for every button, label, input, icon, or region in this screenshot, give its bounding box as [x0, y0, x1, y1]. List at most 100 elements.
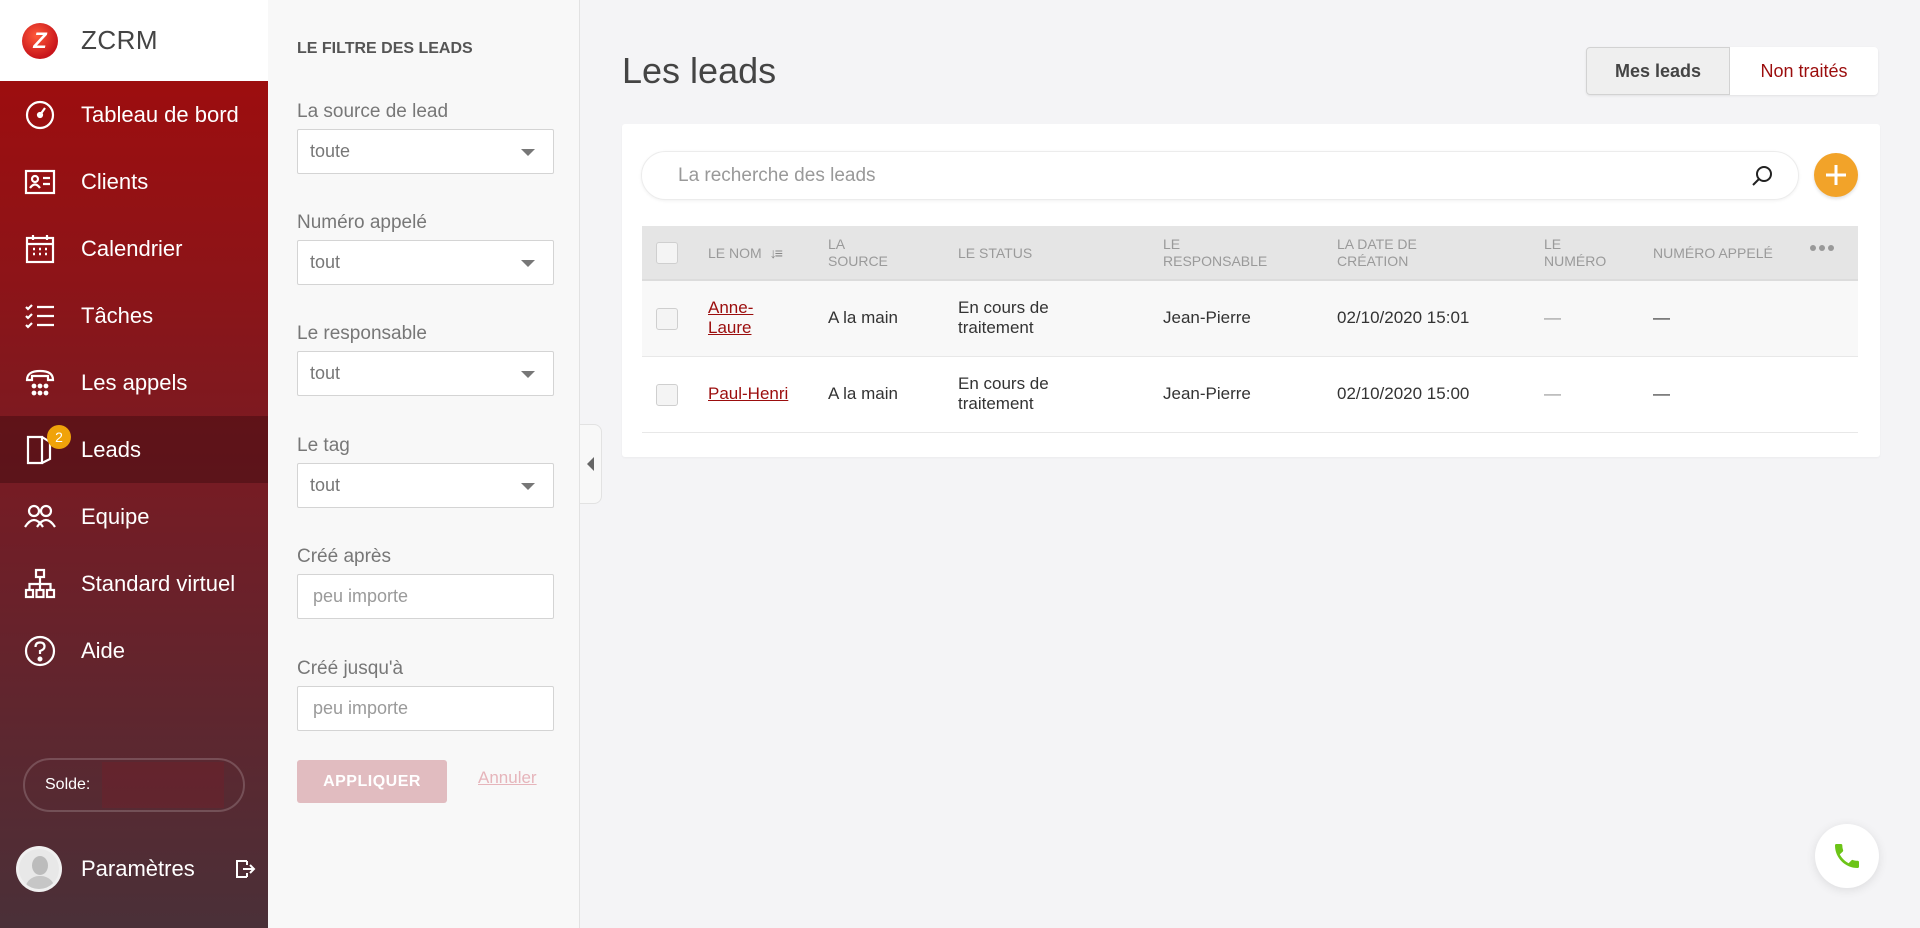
apply-button[interactable]: APPLIQUER [297, 760, 447, 803]
settings-row: Paramètres [16, 845, 256, 893]
collapse-filter-toggle[interactable] [580, 424, 602, 504]
phone-dialpad-icon [22, 365, 58, 401]
calendar-icon [22, 231, 58, 267]
more-options-icon[interactable] [1810, 245, 1834, 251]
balance-value [102, 762, 225, 808]
chevron-down-icon [521, 483, 535, 490]
lead-number: — [1544, 308, 1561, 327]
column-header-label: LE NOM [708, 245, 762, 261]
avatar[interactable] [16, 846, 62, 892]
lead-status: En cours de traitement [958, 298, 1049, 337]
lead-source: A la main [828, 308, 898, 327]
sidebar-nav: Tableau de bord Clients Calendrier Tâche… [0, 81, 268, 684]
lead-source-select[interactable]: toute [297, 129, 554, 174]
column-header-called-number[interactable]: NUMÉRO APPELÉ [1653, 245, 1773, 262]
call-button[interactable] [1815, 824, 1879, 888]
sidebar-item-label: Les appels [81, 369, 188, 395]
lead-called-number: — [1653, 308, 1670, 327]
lead-status: En cours de traitement [958, 374, 1049, 413]
my-leads-button[interactable]: Mes leads [1586, 47, 1730, 95]
dashboard-icon [22, 97, 58, 133]
lead-source-value: toute [310, 141, 351, 161]
search-icon[interactable] [1750, 164, 1774, 188]
owner-label: Le responsable [297, 323, 427, 344]
sidebar-item-calls[interactable]: Les appels [0, 349, 268, 416]
leads-view-toggle: Mes leads Non traités [1586, 47, 1878, 95]
row-checkbox[interactable] [656, 384, 678, 406]
sidebar-item-tasks[interactable]: Tâches [0, 282, 268, 349]
logout-icon[interactable] [234, 858, 256, 880]
lead-name-link[interactable]: Anne-Laure [708, 298, 768, 338]
sidebar-item-label: Tâches [81, 302, 154, 328]
called-number-value: tout [310, 252, 341, 272]
sidebar-item-clients[interactable]: Clients [0, 148, 268, 215]
lead-owner: Jean-Pierre [1163, 308, 1251, 327]
sidebar: Z ZCRM Tableau de bord Clients Calendrie… [0, 0, 268, 928]
tag-label: Le tag [297, 435, 350, 456]
leads-count-badge: 2 [47, 425, 71, 449]
lead-created-date: 02/10/2020 15:01 [1337, 308, 1470, 327]
lead-created-date: 02/10/2020 15:00 [1337, 384, 1470, 403]
zcrm-logo-icon: Z [22, 22, 58, 59]
lead-source-label: La source de lead [297, 101, 449, 122]
add-lead-button[interactable] [1814, 153, 1858, 197]
column-header-number[interactable]: LE NUMÉRO [1544, 236, 1624, 270]
cancel-link[interactable]: Annuler [478, 768, 537, 788]
tag-select[interactable]: tout [297, 463, 554, 508]
column-header-owner[interactable]: LE RESPONSABLE [1163, 236, 1273, 270]
called-number-label: Numéro appelé [297, 212, 427, 233]
logo-area[interactable]: Z ZCRM [0, 0, 268, 81]
select-all-checkbox[interactable] [656, 242, 678, 264]
search-input[interactable] [678, 164, 1678, 187]
table-row[interactable]: Anne-Laure A la main En cours de traitem… [642, 281, 1858, 357]
lead-name-link[interactable]: Paul-Henri [708, 384, 788, 404]
contact-card-icon [22, 164, 58, 200]
balance-display: Solde: [23, 758, 245, 812]
sort-icon[interactable]: ↓≡ [770, 245, 783, 262]
untreated-leads-button[interactable]: Non traités [1730, 47, 1878, 95]
lead-number: — [1544, 384, 1561, 403]
sidebar-item-label: Tableau de bord [81, 101, 239, 127]
balance-label: Solde: [45, 776, 91, 793]
app-name: ZCRM [81, 25, 159, 55]
table-header: LE NOM ↓≡ LA SOURCE LE STATUS LE RESPONSA… [642, 226, 1858, 281]
chevron-left-icon [587, 457, 594, 471]
sidebar-item-label: Leads [81, 436, 141, 462]
lead-owner: Jean-Pierre [1163, 384, 1251, 403]
org-chart-icon [22, 566, 58, 602]
search-bar [641, 151, 1799, 200]
plus-icon [1826, 165, 1846, 185]
sidebar-item-label: Aide [81, 637, 126, 663]
column-header-name[interactable]: LE NOM ↓≡ [708, 245, 783, 262]
sidebar-item-label: Clients [81, 168, 149, 194]
column-header-status[interactable]: LE STATUS [958, 245, 1032, 262]
help-icon [22, 633, 58, 669]
row-checkbox[interactable] [656, 308, 678, 330]
sidebar-item-help[interactable]: Aide [0, 617, 268, 684]
called-number-select[interactable]: tout [297, 240, 554, 285]
team-icon [22, 499, 58, 535]
tasks-icon [22, 298, 58, 334]
lead-called-number: — [1653, 384, 1670, 403]
chevron-down-icon [521, 149, 535, 156]
chevron-down-icon [521, 260, 535, 267]
page-title: Les leads [622, 50, 777, 91]
settings-link[interactable]: Paramètres [81, 856, 195, 882]
owner-value: tout [310, 363, 341, 383]
sidebar-item-label: Calendrier [81, 235, 183, 261]
tag-value: tout [310, 475, 341, 495]
created-after-label: Créé après [297, 546, 391, 567]
column-header-source[interactable]: LA SOURCE [828, 236, 898, 270]
sidebar-item-team[interactable]: Equipe [0, 483, 268, 550]
sidebar-item-calendar[interactable]: Calendrier [0, 215, 268, 282]
table-row[interactable]: Paul-Henri A la main En cours de traitem… [642, 357, 1858, 433]
column-header-created[interactable]: LA DATE DE CRÉATION [1337, 236, 1447, 270]
lead-source: A la main [828, 384, 898, 403]
created-until-input[interactable]: peu importe [297, 686, 554, 731]
sidebar-item-virtual-pbx[interactable]: Standard virtuel [0, 550, 268, 617]
sidebar-item-dashboard[interactable]: Tableau de bord [0, 81, 268, 148]
sidebar-item-leads[interactable]: 2 Leads [0, 416, 268, 483]
chevron-down-icon [521, 371, 535, 378]
owner-select[interactable]: tout [297, 351, 554, 396]
created-after-input[interactable]: peu importe [297, 574, 554, 619]
